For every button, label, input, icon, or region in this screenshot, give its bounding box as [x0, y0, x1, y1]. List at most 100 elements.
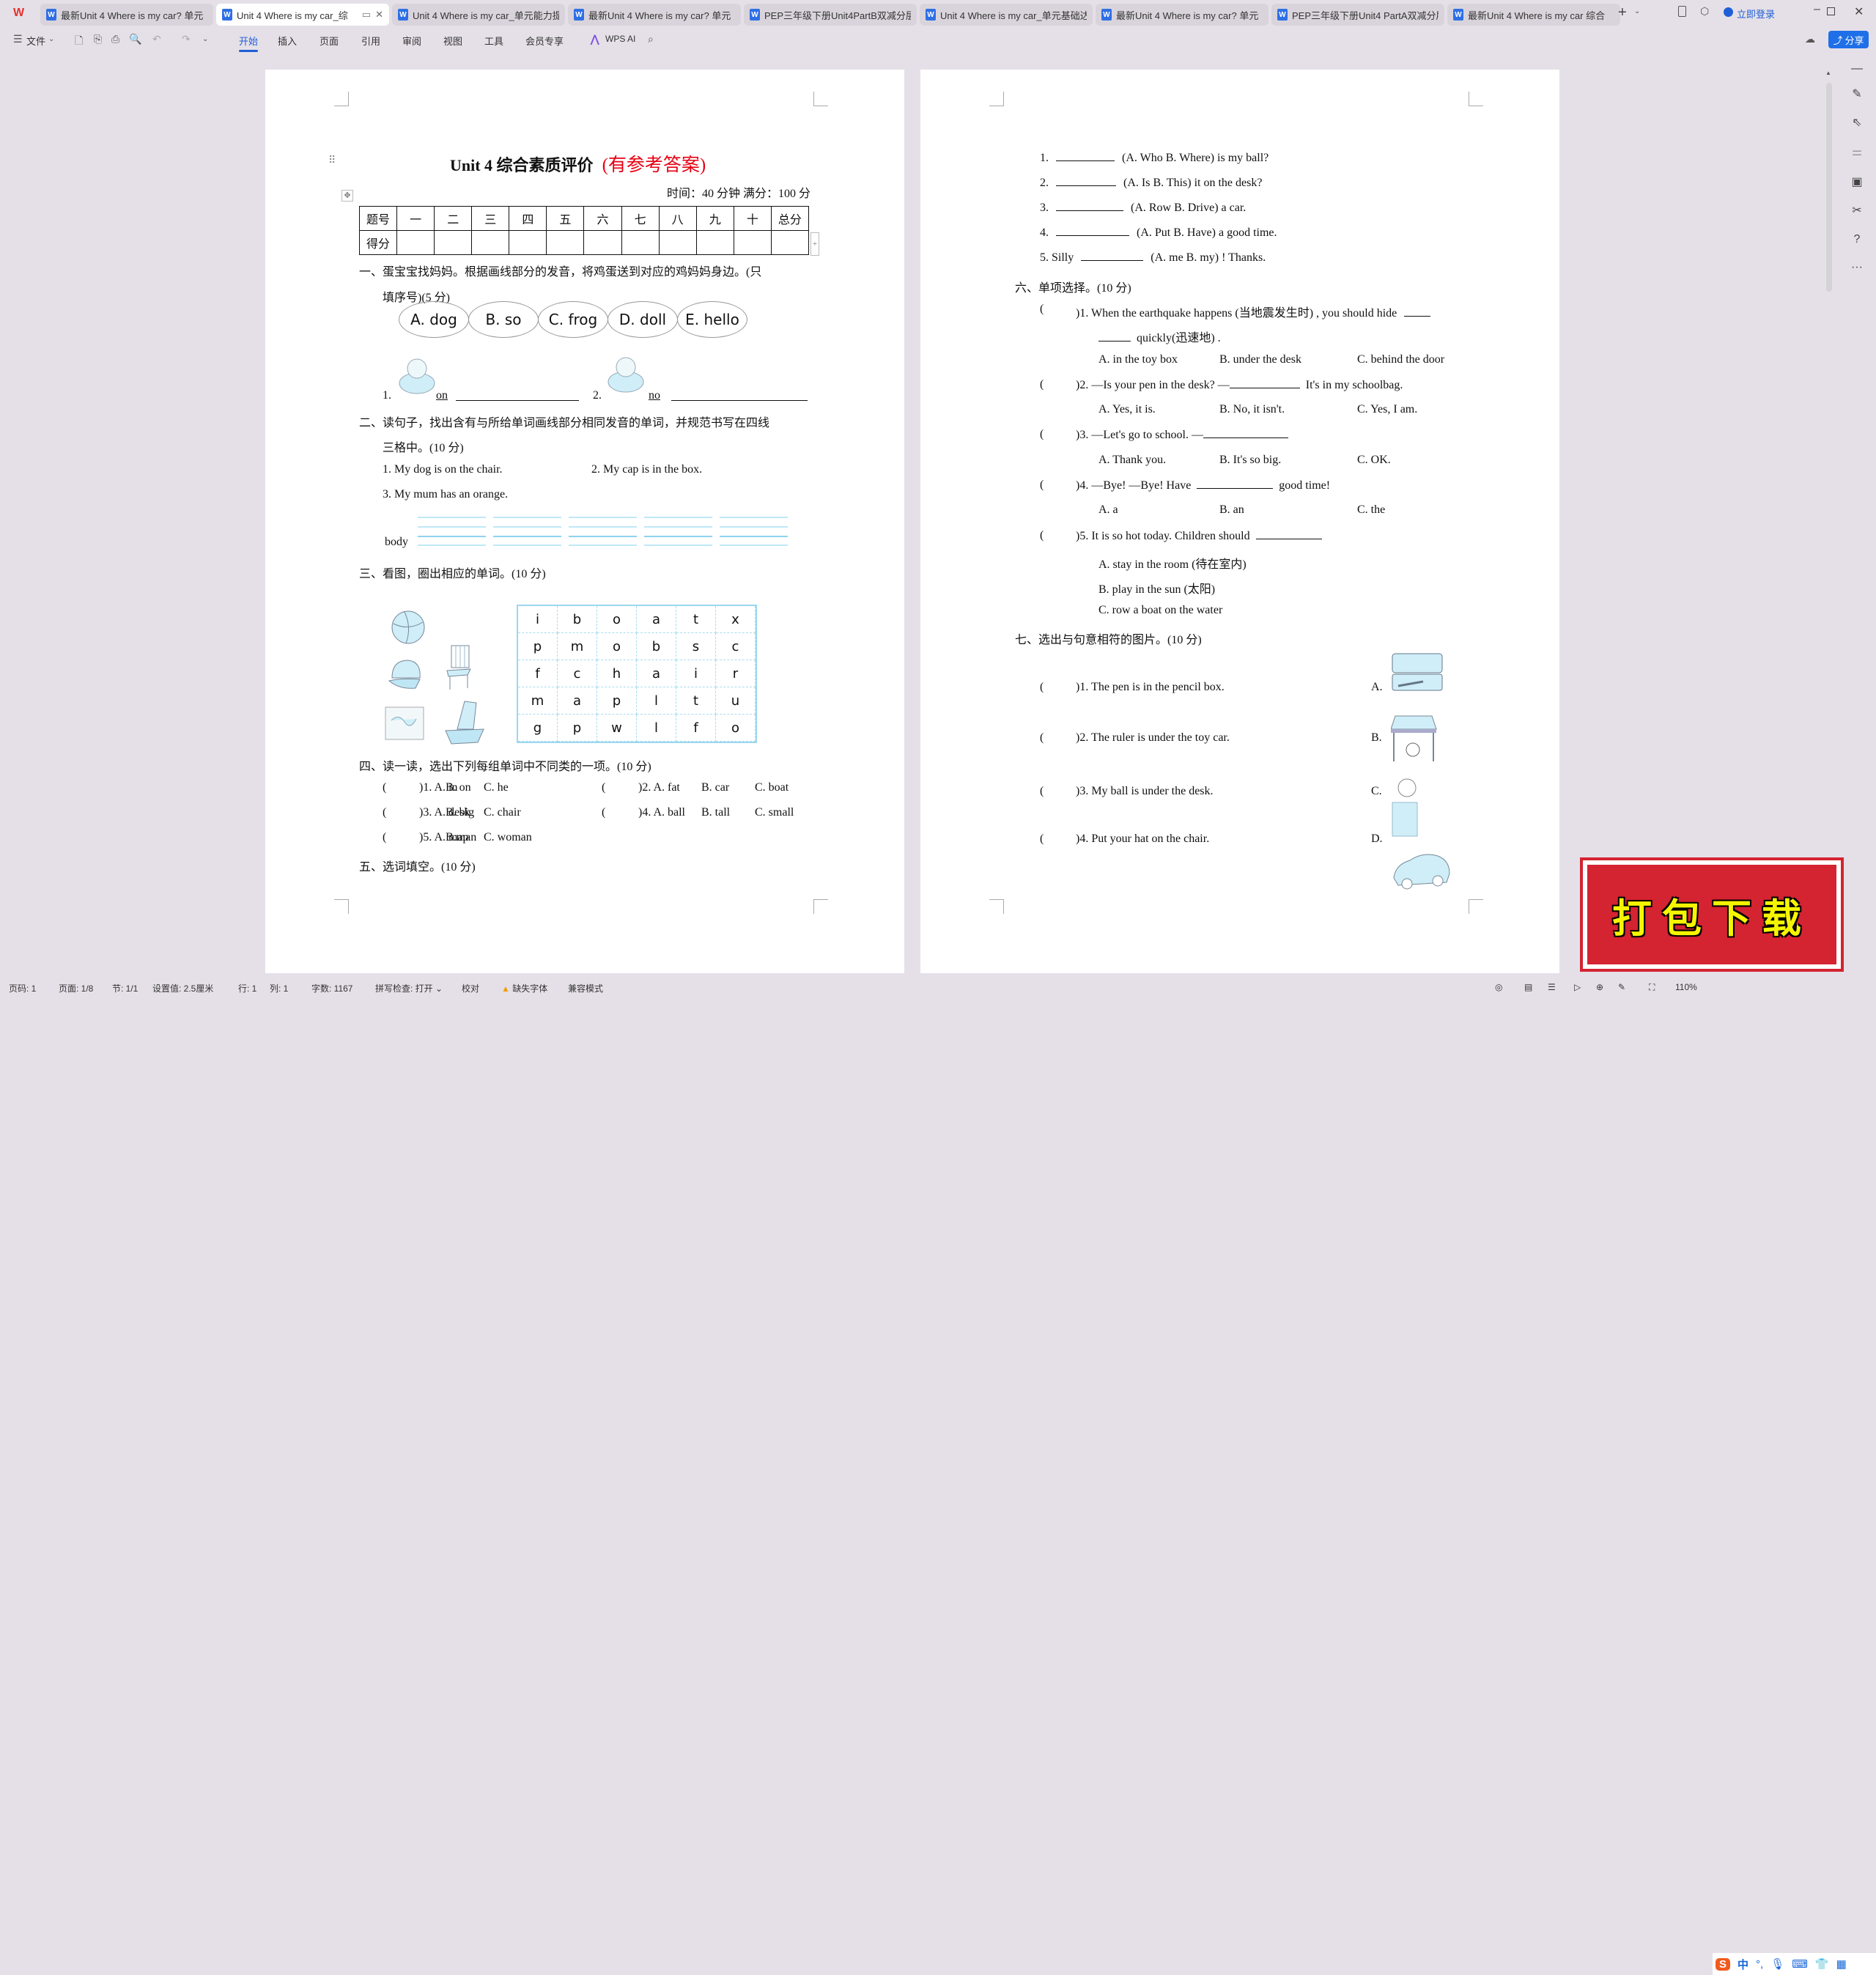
- tab-document[interactable]: W 最新Unit 4 Where is my car? 单元: [568, 4, 741, 26]
- spell-check-toggle[interactable]: 拼写检查: 打开 ⌄: [375, 982, 443, 994]
- scroll-up-icon[interactable]: ▲: [1825, 70, 1831, 76]
- wps-ai-icon[interactable]: ⋀: [591, 33, 599, 45]
- answer-blank[interactable]: [1056, 151, 1115, 161]
- drag-handle-icon[interactable]: ⠿: [328, 155, 336, 167]
- menu-tab[interactable]: 开始: [239, 34, 259, 52]
- choice-option[interactable]: C. row a boat on the water: [1098, 604, 1222, 617]
- eye-protect-icon[interactable]: ◎: [1495, 982, 1502, 992]
- image-tool-icon[interactable]: ▣: [1847, 174, 1867, 189]
- web-view-icon[interactable]: ⊕: [1596, 982, 1603, 992]
- choice-option[interactable]: C. behind the door: [1357, 353, 1444, 366]
- tab-document[interactable]: W 最新Unit 4 Where is my car? 单元: [1096, 4, 1268, 26]
- chevron-down-icon[interactable]: ⌄: [48, 35, 54, 43]
- choice-option[interactable]: A. in the toy box: [1098, 353, 1178, 366]
- grid-letter[interactable]: t: [676, 606, 716, 633]
- select-cursor-icon[interactable]: ⇖: [1847, 115, 1867, 130]
- grid-letter[interactable]: r: [716, 660, 756, 687]
- tab-close-icon[interactable]: ✕: [375, 9, 383, 21]
- status-setting[interactable]: 设置值: 2.5厘米: [152, 982, 213, 994]
- answer-blank[interactable]: [1081, 251, 1144, 261]
- choice-option[interactable]: B. an: [1219, 503, 1244, 517]
- document-page-1[interactable]: ⠿ Unit 4 综合素质评价 (有参考答案) 时间：40 分钟 满分：100 分…: [265, 70, 904, 973]
- choice-option[interactable]: B. under the desk: [1219, 353, 1301, 366]
- tab-preview-icon[interactable]: ▭: [362, 9, 371, 21]
- new-tab-button[interactable]: +: [1618, 4, 1627, 21]
- answer-blank[interactable]: [456, 391, 579, 401]
- score-cell[interactable]: [658, 230, 697, 255]
- grid-letter[interactable]: b: [637, 633, 676, 660]
- restore-button[interactable]: [1827, 7, 1835, 15]
- score-cell[interactable]: [583, 230, 622, 255]
- menu-tab[interactable]: 工具: [484, 34, 503, 48]
- grid-letter[interactable]: f: [676, 715, 716, 742]
- table-move-handle[interactable]: ✥: [341, 190, 353, 202]
- ime-language[interactable]: 中: [1737, 1957, 1748, 1972]
- grid-letter[interactable]: u: [716, 687, 756, 715]
- user-avatar-icon[interactable]: [1724, 7, 1733, 17]
- grid-letter[interactable]: g: [518, 715, 558, 742]
- grid-letter[interactable]: x: [716, 606, 756, 633]
- file-menu[interactable]: 文件: [26, 34, 45, 48]
- pen-icon[interactable]: ✎: [1847, 86, 1867, 101]
- grid-letter[interactable]: o: [597, 606, 637, 633]
- choice-option[interactable]: C. Yes, I am.: [1357, 403, 1417, 416]
- status-word-count[interactable]: 字数: 1167: [311, 982, 352, 994]
- play-icon[interactable]: ▷: [1574, 982, 1581, 992]
- answer-blank[interactable]: [1203, 428, 1288, 438]
- answer-blank[interactable]: [1197, 479, 1274, 489]
- adjust-sliders-icon[interactable]: ⚌: [1847, 144, 1867, 159]
- answer-blank[interactable]: [1098, 331, 1131, 342]
- write-mode-icon[interactable]: ✎: [1618, 982, 1625, 992]
- answer-blank[interactable]: [1404, 306, 1431, 317]
- grid-letter[interactable]: p: [558, 715, 597, 742]
- four-line-grid[interactable]: [493, 517, 561, 546]
- grid-letter[interactable]: c: [716, 633, 756, 660]
- score-cell[interactable]: [733, 230, 772, 255]
- cloud-status-icon[interactable]: ☁: [1805, 33, 1815, 45]
- grid-letter[interactable]: s: [676, 633, 716, 660]
- grid-letter[interactable]: f: [518, 660, 558, 687]
- answer-blank[interactable]: [1229, 378, 1300, 388]
- grid-letter[interactable]: o: [716, 715, 756, 742]
- score-cell[interactable]: [471, 230, 510, 255]
- score-cell[interactable]: [546, 230, 585, 255]
- redo-icon[interactable]: ↷: [182, 33, 191, 45]
- tab-document[interactable]: W PEP三年级下册Unit4PartB双减分层: [744, 4, 917, 26]
- grid-letter[interactable]: p: [518, 633, 558, 660]
- tab-document[interactable]: W Unit 4 Where is my car_单元基础达: [920, 4, 1093, 26]
- status-section[interactable]: 节: 1/1: [112, 982, 138, 994]
- four-line-grid[interactable]: [720, 517, 788, 546]
- print-preview-icon[interactable]: 🔍: [129, 33, 141, 45]
- menu-tab[interactable]: 会员专享: [525, 34, 564, 48]
- grid-letter[interactable]: l: [637, 687, 676, 715]
- tab-document[interactable]: W 最新Unit 4 Where is my car? 单元: [40, 4, 213, 26]
- score-cell[interactable]: [434, 230, 473, 255]
- print-icon[interactable]: ⎙: [111, 33, 119, 45]
- login-link[interactable]: 立即登录: [1737, 7, 1775, 21]
- tab-document[interactable]: W PEP三年级下册Unit4 PartA双减分层: [1271, 4, 1444, 26]
- undo-icon[interactable]: ↶: [152, 33, 161, 45]
- keyboard-icon[interactable]: ⌨: [1792, 1957, 1808, 1971]
- grid-letter[interactable]: w: [597, 715, 637, 742]
- choice-option[interactable]: A. a: [1098, 503, 1118, 517]
- status-row[interactable]: 行: 1: [238, 982, 256, 994]
- close-window-button[interactable]: ✕: [1854, 4, 1864, 19]
- grid-letter[interactable]: p: [597, 687, 637, 715]
- score-cell[interactable]: [396, 230, 435, 255]
- download-watermark-stamp[interactable]: 打包下载: [1580, 857, 1844, 972]
- choice-option[interactable]: A. Yes, it is.: [1098, 403, 1156, 416]
- status-page-code[interactable]: 页码: 1: [9, 982, 36, 994]
- menu-tab[interactable]: 插入: [278, 34, 297, 48]
- grid-letter[interactable]: a: [637, 660, 676, 687]
- help-icon[interactable]: ?: [1847, 233, 1867, 246]
- more-chevron-icon[interactable]: ⌄: [202, 35, 208, 43]
- ime-toolbar[interactable]: S 中 °, 🎙 ⌨ 👕 ▦: [1713, 1953, 1876, 1975]
- choice-option[interactable]: A. Thank you.: [1098, 454, 1166, 467]
- tab-document[interactable]: W Unit 4 Where is my car_综 ▭ ✕: [216, 4, 389, 26]
- menu-tab[interactable]: 视图: [443, 34, 462, 48]
- fit-screen-icon[interactable]: ⛶: [1649, 982, 1655, 993]
- grid-letter[interactable]: i: [518, 606, 558, 633]
- save-icon[interactable]: 🗋: [75, 33, 83, 51]
- tab-document[interactable]: W 最新Unit 4 Where is my car 综合: [1447, 4, 1620, 26]
- choice-option[interactable]: A. stay in the room (待在室内): [1098, 554, 1247, 572]
